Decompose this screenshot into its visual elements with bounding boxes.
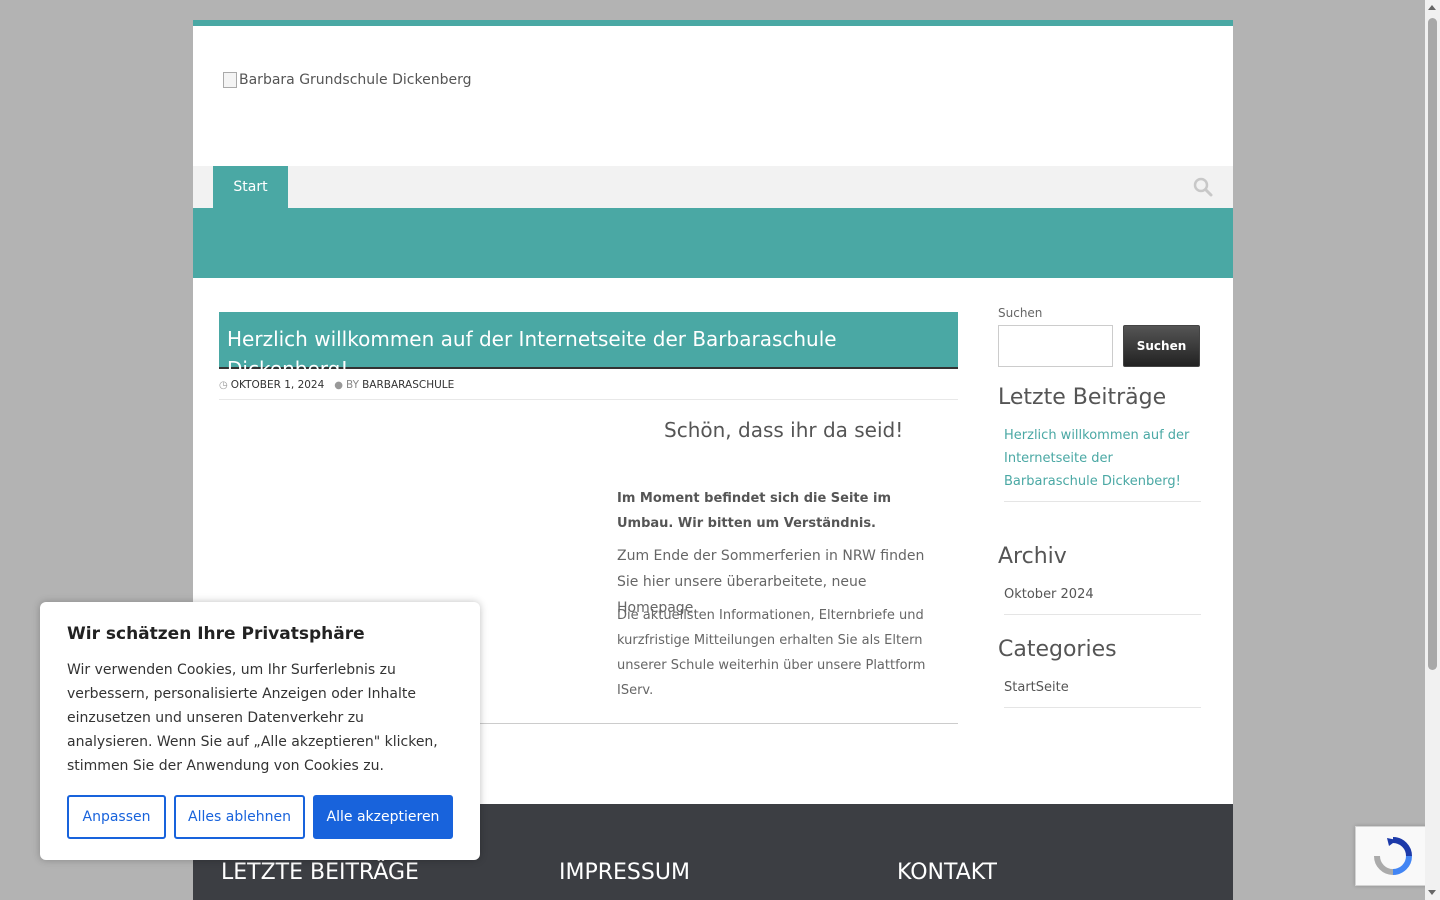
recent-posts-title: Letzte Beiträge <box>998 385 1167 410</box>
archive-title: Archiv <box>998 544 1067 569</box>
customize-button[interactable]: Anpassen <box>67 795 166 839</box>
header-banner <box>193 208 1233 278</box>
categories-list: StartSeite <box>998 676 1201 708</box>
page-scrollbar[interactable] <box>1425 0 1440 900</box>
cookie-buttons: Anpassen Alles ablehnen Alle akzeptieren <box>67 795 461 839</box>
categories-title: Categories <box>998 637 1117 662</box>
scroll-up-icon[interactable] <box>1428 5 1436 10</box>
category-link[interactable]: StartSeite <box>1004 676 1201 708</box>
post-title[interactable]: Herzlich willkommen auf der Internetseit… <box>219 312 958 381</box>
search-button[interactable]: Suchen <box>1123 325 1200 367</box>
archive-list: Oktober 2024 <box>998 583 1201 615</box>
recent-posts-list: Herzlich willkommen auf der Internetseit… <box>998 424 1201 502</box>
footer-heading: LETZTE BEITRÄGE <box>221 860 419 885</box>
broken-image-icon <box>223 72 237 88</box>
post-notice: Im Moment befindet sich die Seite im Umb… <box>617 491 891 531</box>
clock-icon: ◷ <box>219 379 228 391</box>
recaptcha-badge[interactable] <box>1355 826 1430 886</box>
scroll-down-icon[interactable] <box>1428 890 1436 895</box>
by-label: BY <box>346 379 360 391</box>
reject-all-button[interactable]: Alles ablehnen <box>174 795 305 839</box>
search-icon[interactable] <box>1193 177 1213 197</box>
footer-heading: IMPRESSUM <box>559 860 690 885</box>
recent-post-link[interactable]: Herzlich willkommen auf der Internetseit… <box>1004 424 1201 502</box>
search-form: Suchen <box>998 325 1201 367</box>
cookie-consent-dialog: Wir schätzen Ihre Privatsphäre Wir verwe… <box>40 602 480 860</box>
archive-link[interactable]: Oktober 2024 <box>1004 583 1201 615</box>
main-navigation: Start <box>193 166 1233 208</box>
sidebar: Suchen Suchen Letzte Beiträge Herzlich w… <box>998 306 1201 708</box>
footer-heading: KONTAKT <box>897 860 997 885</box>
post-author[interactable]: BARBARASCHULE <box>362 379 454 391</box>
cookie-title: Wir schätzen Ihre Privatsphäre <box>67 624 365 644</box>
search-label: Suchen <box>998 306 1043 320</box>
cookie-text: Wir verwenden Cookies, um Ihr Surferlebn… <box>67 662 438 774</box>
site-logo[interactable]: Barbara Grundschule Dickenberg <box>223 72 471 88</box>
user-icon: ● <box>334 379 344 391</box>
search-input[interactable] <box>998 325 1113 367</box>
post-greeting: Schön, dass ihr da seid! <box>664 418 904 442</box>
post-paragraph: Die aktuellsten Informationen, Elternbri… <box>617 608 926 698</box>
recaptcha-icon <box>1373 837 1412 875</box>
accept-all-button[interactable]: Alle akzeptieren <box>313 795 453 839</box>
post-date[interactable]: OKTOBER 1, 2024 <box>231 379 325 391</box>
nav-item-start[interactable]: Start <box>213 166 288 208</box>
scroll-thumb[interactable] <box>1428 18 1437 670</box>
logo-alt-text: Barbara Grundschule Dickenberg <box>239 72 472 88</box>
